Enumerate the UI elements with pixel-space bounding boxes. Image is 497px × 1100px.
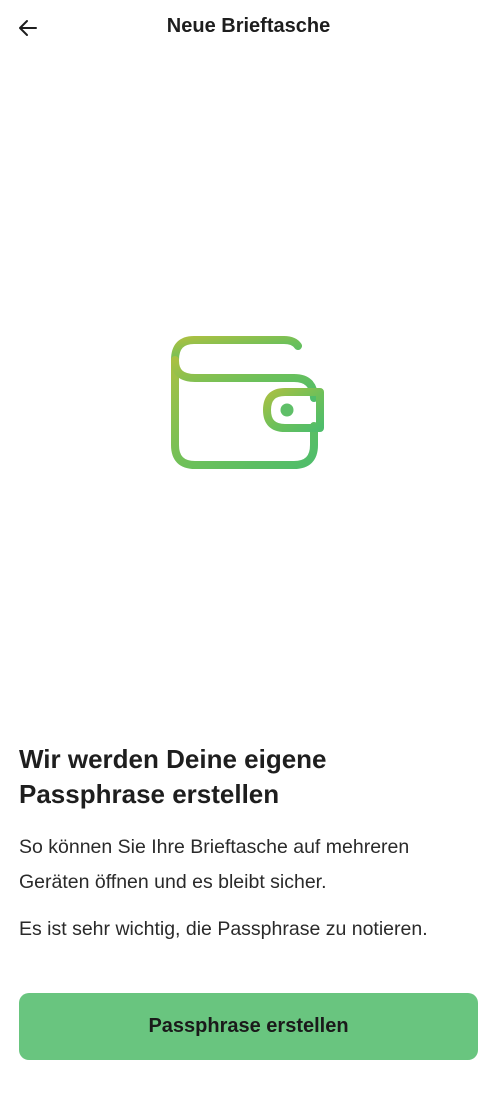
app-header: Neue Brieftasche	[0, 0, 497, 56]
wallet-icon	[171, 336, 324, 469]
create-passphrase-button[interactable]: Passphrase erstellen	[19, 993, 478, 1060]
note-text: Es ist sehr wichtig, die Passphrase zu n…	[19, 918, 428, 940]
page-title: Neue Brieftasche	[166, 15, 331, 37]
headline: Wir werden Deine eigene Passphrase erste…	[19, 744, 327, 809]
info-section: Wir werden Deine eigene Passphrase erste…	[19, 742, 479, 943]
wallet-illustration	[166, 332, 330, 474]
description-text: So können Sie Ihre Brieftasche auf mehre…	[19, 836, 410, 893]
